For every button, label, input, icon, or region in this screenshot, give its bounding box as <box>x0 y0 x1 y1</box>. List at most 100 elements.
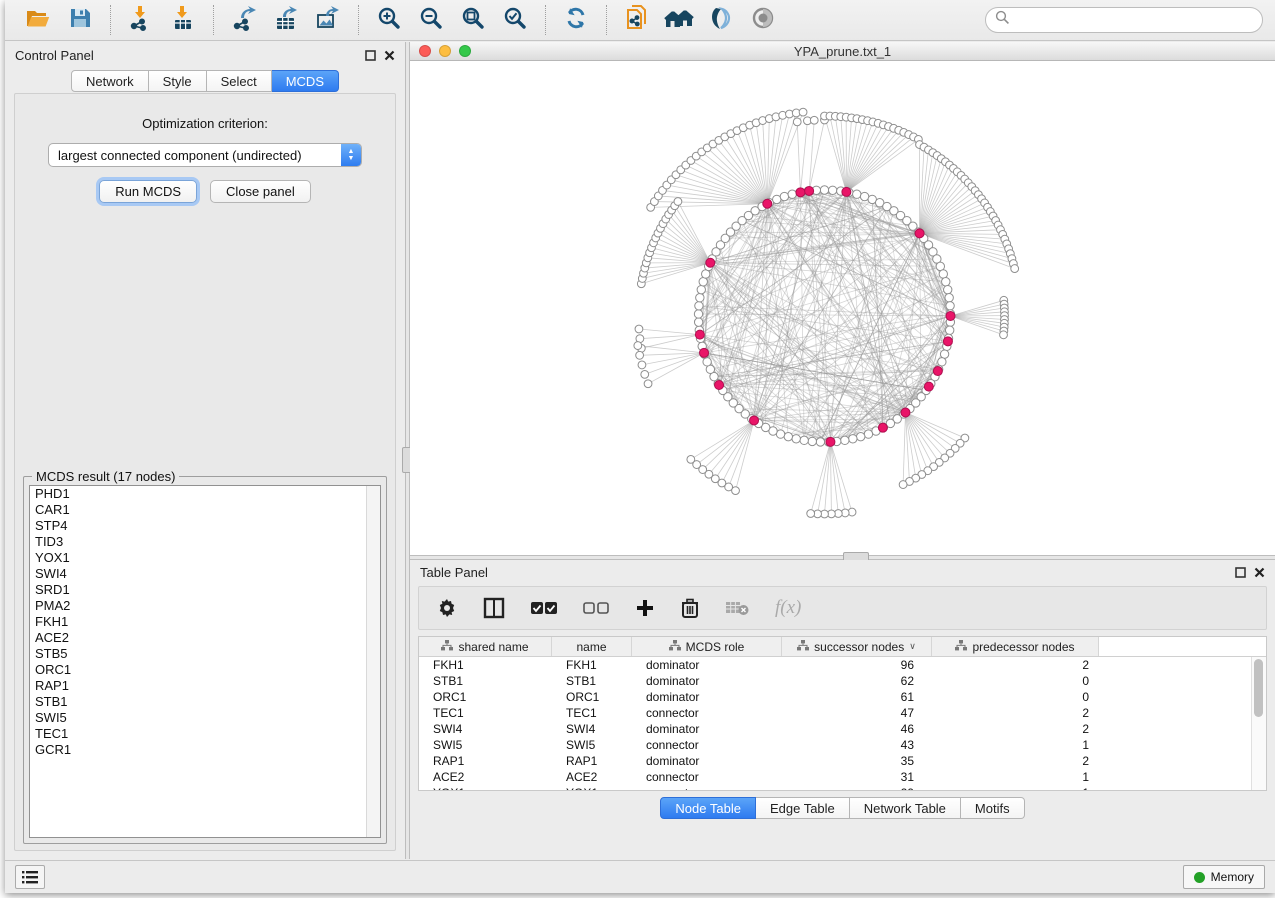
mcds-result-item[interactable]: RAP1 <box>30 678 380 694</box>
column-header-shared-name[interactable]: shared name <box>419 637 552 656</box>
cell: connector <box>632 769 782 785</box>
cell: ACE2 <box>552 769 632 785</box>
zoom-fit-button[interactable] <box>452 3 494 37</box>
zoom-out-button[interactable] <box>410 3 452 37</box>
search-input[interactable] <box>985 7 1263 33</box>
node-table[interactable]: shared namenameMCDS rolesuccessor nodes∨… <box>418 636 1267 791</box>
column-header-successor-nodes[interactable]: successor nodes∨ <box>782 637 932 656</box>
tab-network-table[interactable]: Network Table <box>850 797 961 819</box>
show-columns-button[interactable] <box>483 597 505 619</box>
show-hide-button[interactable] <box>742 3 784 37</box>
column-header-predecessor-nodes[interactable]: predecessor nodes <box>932 637 1099 656</box>
tab-mcds[interactable]: MCDS <box>272 70 339 92</box>
import-network-button[interactable] <box>120 3 162 37</box>
share-document-button[interactable] <box>616 3 658 37</box>
table-row[interactable]: SWI4SWI4dominator462 <box>419 721 1266 737</box>
share-document-icon <box>623 4 651 37</box>
table-row[interactable]: ORC1ORC1dominator610 <box>419 689 1266 705</box>
mcds-result-item[interactable]: STB1 <box>30 694 380 710</box>
mcds-result-item[interactable]: STB5 <box>30 646 380 662</box>
list-icon <box>22 871 38 884</box>
table-row[interactable]: SWI5SWI5connector431 <box>419 737 1266 753</box>
delete-table-button[interactable] <box>725 600 749 616</box>
toolbar-separator <box>606 5 607 35</box>
mcds-result-item[interactable]: YOX1 <box>30 550 380 566</box>
memory-button[interactable]: Memory <box>1183 865 1265 889</box>
graphics-details-button[interactable] <box>700 3 742 37</box>
mcds-result-item[interactable]: FKH1 <box>30 614 380 630</box>
mcds-result-item[interactable]: ACE2 <box>30 630 380 646</box>
export-table-button[interactable] <box>265 3 307 37</box>
export-network-button[interactable] <box>223 3 265 37</box>
close-panel-icon[interactable] <box>1254 567 1265 578</box>
table-row[interactable]: STB1STB1dominator620 <box>419 673 1266 689</box>
control-panel: Control Panel NetworkStyleSelectMCDS Opt… <box>5 42 405 859</box>
cell: STB1 <box>552 673 632 689</box>
table-header-row: shared namenameMCDS rolesuccessor nodes∨… <box>419 637 1266 657</box>
maximize-window-icon[interactable] <box>459 45 471 57</box>
column-header-name[interactable]: name <box>552 637 632 656</box>
close-panel-button[interactable]: Close panel <box>210 180 311 203</box>
mcds-result-item[interactable]: SWI5 <box>30 710 380 726</box>
run-mcds-button[interactable]: Run MCDS <box>99 180 197 203</box>
tab-network[interactable]: Network <box>71 70 149 92</box>
tab-motifs[interactable]: Motifs <box>961 797 1025 819</box>
cell: 35 <box>782 753 932 769</box>
select-all-columns-button[interactable] <box>531 601 557 615</box>
mcds-result-item[interactable]: ORC1 <box>30 662 380 678</box>
float-panel-icon[interactable] <box>365 50 376 61</box>
zoom-selected-icon <box>502 5 528 36</box>
table-row[interactable]: YOX1YOX1connector291 <box>419 785 1266 791</box>
mcds-result-item[interactable]: STP4 <box>30 518 380 534</box>
open-file-button[interactable] <box>17 3 59 37</box>
mcds-result-item[interactable]: TEC1 <box>30 726 380 742</box>
table-row[interactable]: TEC1TEC1connector472 <box>419 705 1266 721</box>
mcds-result-item[interactable]: TID3 <box>30 534 380 550</box>
search-text-field[interactable] <box>1016 13 1253 28</box>
create-column-button[interactable] <box>635 598 655 618</box>
org-chart-icon <box>955 640 967 654</box>
task-history-button[interactable] <box>15 865 45 889</box>
table-row[interactable]: ACE2ACE2connector311 <box>419 769 1266 785</box>
first-neighbors-button[interactable] <box>658 3 700 37</box>
cell: FKH1 <box>552 657 632 673</box>
mcds-result-list[interactable]: PHD1CAR1STP4TID3YOX1SWI4SRD1PMA2FKH1ACE2… <box>29 485 381 838</box>
save-session-button[interactable] <box>59 3 101 37</box>
zoom-fit-icon <box>460 5 486 36</box>
list-scrollbar[interactable] <box>366 486 380 837</box>
mcds-result-item[interactable]: SRD1 <box>30 582 380 598</box>
close-panel-icon[interactable] <box>384 50 395 61</box>
table-row[interactable]: FKH1FKH1dominator962 <box>419 657 1266 673</box>
column-settings-button[interactable] <box>437 598 457 618</box>
tab-select[interactable]: Select <box>207 70 272 92</box>
delete-column-button[interactable] <box>681 598 699 619</box>
tab-edge-table[interactable]: Edge Table <box>756 797 850 819</box>
export-image-button[interactable] <box>307 3 349 37</box>
minimize-window-icon[interactable] <box>439 45 451 57</box>
network-canvas[interactable] <box>410 61 1275 555</box>
mcds-result-item[interactable]: PMA2 <box>30 598 380 614</box>
float-panel-icon[interactable] <box>1235 567 1246 578</box>
mcds-result-item[interactable]: PHD1 <box>30 486 380 502</box>
mcds-result-item[interactable]: SWI4 <box>30 566 380 582</box>
close-window-icon[interactable] <box>419 45 431 57</box>
column-header-MCDS-role[interactable]: MCDS role <box>632 637 782 656</box>
tab-style[interactable]: Style <box>149 70 207 92</box>
mcds-result-item[interactable]: CAR1 <box>30 502 380 518</box>
cell: 2 <box>932 705 1099 721</box>
mcds-result-item[interactable]: GCR1 <box>30 742 380 758</box>
tab-node-table[interactable]: Node Table <box>660 797 756 819</box>
import-table-button[interactable] <box>162 3 204 37</box>
network-graph[interactable] <box>410 61 1275 555</box>
function-builder-button[interactable]: f(x) <box>775 597 801 619</box>
mcds-result-group: MCDS result (17 nodes) PHD1CAR1STP4TID3Y… <box>23 476 387 844</box>
refresh-button[interactable] <box>555 3 597 37</box>
scrollbar-thumb[interactable] <box>1254 659 1263 717</box>
memory-status-icon <box>1194 872 1205 883</box>
criterion-dropdown[interactable]: largest connected component (undirected)… <box>48 143 362 167</box>
unselect-all-columns-button[interactable] <box>583 601 609 615</box>
zoom-in-button[interactable] <box>368 3 410 37</box>
table-scrollbar[interactable] <box>1251 657 1266 790</box>
zoom-selected-button[interactable] <box>494 3 536 37</box>
table-row[interactable]: RAP1RAP1dominator352 <box>419 753 1266 769</box>
